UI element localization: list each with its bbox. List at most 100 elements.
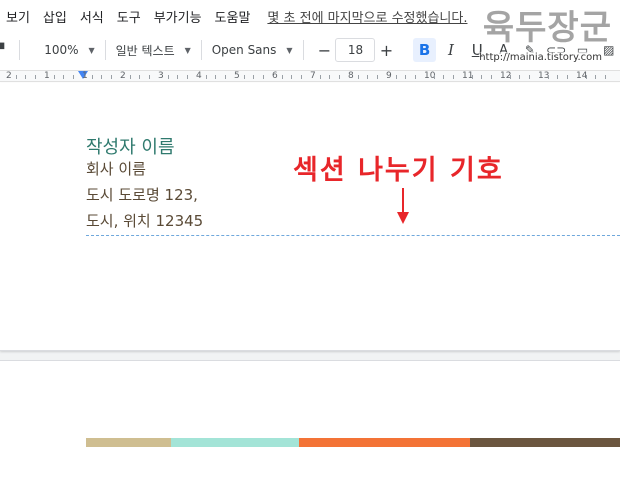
ruler-tick [481,75,482,79]
ruler-number: 1 [82,71,88,81]
ruler-tick [25,75,26,79]
document-page-next[interactable] [0,360,620,487]
author-name-text[interactable]: 작성자 이름 [86,133,175,159]
annotation-arrow-icon [397,188,409,224]
ruler-tick [395,75,397,79]
annotation-label: 섹션 나누기 기호 [293,155,504,186]
ruler-tick [490,75,492,79]
comment-icon[interactable]: ▭ [571,38,593,62]
menu-addons[interactable]: 부가기능 [154,7,202,26]
menu-insert[interactable]: 삽입 [43,7,67,26]
ruler-tick [53,75,55,79]
increase-font-size-button[interactable]: + [375,38,397,62]
ruler-tick [604,75,606,79]
font-size-input[interactable]: 18 [335,38,376,62]
ruler-tick [186,75,188,79]
decrease-font-size-button[interactable]: − [313,38,335,62]
font-value: Open Sans [211,43,277,57]
ruler-tick [452,75,454,79]
ruler-tick [91,75,93,79]
ruler-tick [414,75,416,79]
chevron-down-icon: ▼ [88,45,95,55]
chevron-down-icon: ▼ [184,45,191,55]
ruler-tick [253,75,254,79]
ruler-number: 2 [120,71,126,81]
color-segment-orange [299,438,470,447]
ruler-tick [281,75,283,79]
ruler-number: 4 [196,71,202,81]
underline-button[interactable]: U [466,38,488,62]
ruler-number: 7 [310,71,316,81]
ruler-number: 6 [272,71,278,81]
toolbar-divider [302,40,304,60]
ruler-tick [338,75,340,79]
paragraph-style-dropdown[interactable]: 일반 텍스트 ▼ [116,42,191,59]
link-icon[interactable]: ⊂⊃ [545,38,567,62]
ruler-tick [557,75,558,79]
ruler-number: 3 [158,71,164,81]
section-break-line [86,235,620,236]
address-line-1[interactable]: 도시 도로명 123, [86,184,198,205]
ruler-tick [319,75,321,79]
ruler-tick [15,75,17,79]
ruler-tick [72,75,74,79]
toolbar-divider [19,40,21,60]
ruler-number: 1 [44,71,50,81]
ruler-tick [291,75,292,79]
menu-help[interactable]: 도움말 [215,7,251,26]
ruler-number: 5 [234,71,240,81]
ruler[interactable]: 2 1 1 2 3 4 5 6 7 8 9 10 11 12 13 14 [0,70,620,82]
text-color-icon[interactable]: A [492,38,514,62]
ruler-number: 9 [386,71,392,81]
address-line-2[interactable]: 도시, 위치 12345 [86,210,203,231]
company-name-text[interactable]: 회사 이름 [86,158,146,179]
ruler-tick [367,75,368,79]
menu-tools[interactable]: 도구 [117,7,141,26]
last-edit-link[interactable]: 몇 초 전에 마지막으로 수정했습니다. [267,7,467,26]
ruler-tick [167,75,169,79]
italic-button[interactable]: I [440,38,462,62]
ruler-tick [566,75,568,79]
ruler-tick [101,75,102,79]
ruler-tick [224,75,226,79]
ruler-tick [129,75,131,79]
ruler-tick [148,75,150,79]
toolbar-divider [200,40,202,60]
ruler-tick [471,75,473,79]
ruler-tick [509,75,511,79]
ruler-tick [519,75,520,79]
paint-format-icon[interactable]: ▘ [0,43,9,57]
zoom-value: 100% [44,43,79,57]
menu-bar: 보기 삽입 서식 도구 부가기능 도움말 몇 초 전에 마지막으로 수정했습니다… [0,0,620,32]
image-icon[interactable]: ▨ [598,38,620,62]
font-dropdown[interactable]: Open Sans ▼ [212,43,293,57]
ruler-tick [139,75,140,79]
ruler-tick [243,75,245,79]
ruler-tick [547,75,549,79]
ruler-tick [262,75,264,79]
paragraph-style-value: 일반 텍스트 [115,43,175,58]
ruler-tick [205,75,207,79]
menu-format[interactable]: 서식 [80,7,104,26]
menu-view[interactable]: 보기 [6,7,30,26]
ruler-tick [443,75,444,79]
ruler-number: 8 [348,71,354,81]
ruler-tick [63,75,64,79]
chevron-down-icon: ▼ [286,45,293,55]
ruler-tick [110,75,112,79]
ruler-tick [376,75,378,79]
color-segment-brown [470,438,620,447]
ruler-tick [595,75,596,79]
color-segment-mint [171,438,299,447]
ruler-tick [215,75,216,79]
toolbar-divider [104,40,106,60]
ruler-tick [405,75,406,79]
bold-button[interactable]: B [413,38,436,62]
color-segment-tan [86,438,171,447]
highlight-icon[interactable]: ✎ [519,38,541,62]
ruler-tick [177,75,178,79]
decorative-color-bar [86,438,620,447]
ruler-tick [357,75,359,79]
ruler-tick [329,75,330,79]
zoom-dropdown[interactable]: 100% ▼ [44,43,94,57]
